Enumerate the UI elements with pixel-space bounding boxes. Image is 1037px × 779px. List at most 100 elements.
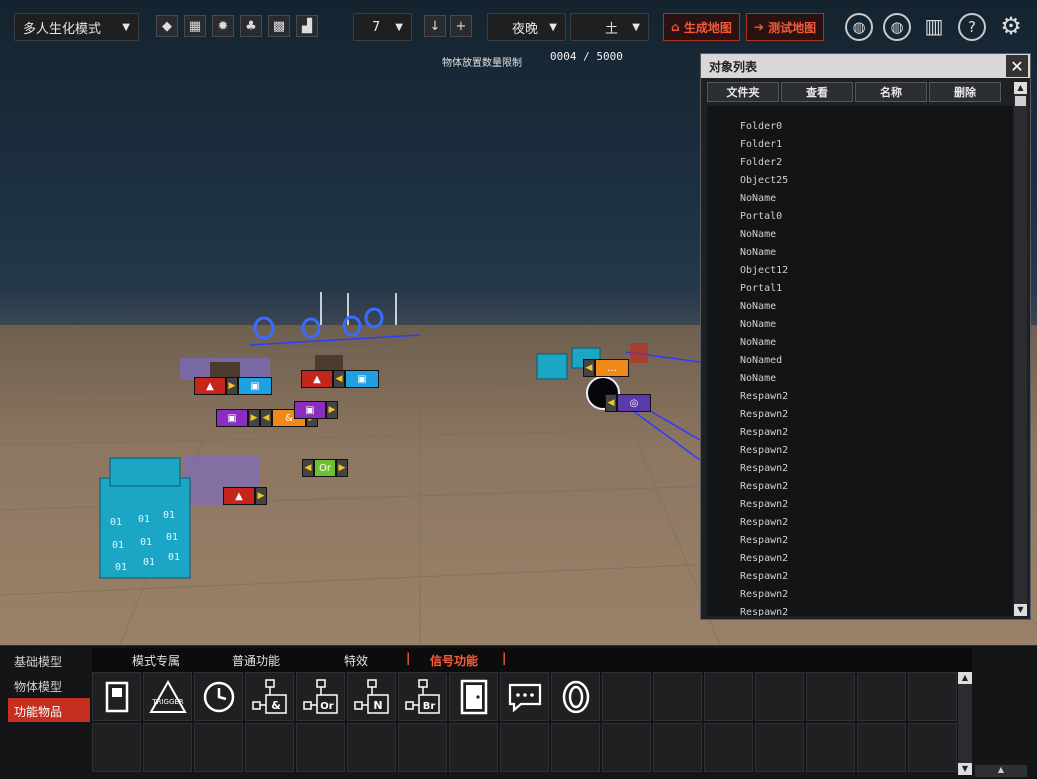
- empty-slot[interactable]: [602, 672, 651, 721]
- category-basic-models[interactable]: 基础模型: [8, 648, 90, 672]
- down-arrow-icon[interactable]: ↓: [424, 15, 446, 37]
- and-gate-item[interactable]: &: [245, 672, 294, 721]
- scroll-thumb[interactable]: [1015, 96, 1026, 106]
- or-gate-item[interactable]: Or: [296, 672, 345, 721]
- empty-slot[interactable]: [653, 723, 702, 772]
- object-list-item[interactable]: Respawn2: [707, 496, 1013, 514]
- tab-common-functions[interactable]: 普通功能: [232, 652, 280, 669]
- object-list-item[interactable]: NoName: [707, 334, 1013, 352]
- trigger-node[interactable]: ▲ ▶: [223, 487, 267, 505]
- object-list-item[interactable]: NoName: [707, 190, 1013, 208]
- help-icon[interactable]: ?: [958, 13, 986, 41]
- trigger-node[interactable]: ▲ ◀ ▣: [301, 370, 379, 388]
- rename-button[interactable]: 名称: [855, 82, 927, 102]
- scroll-up-icon[interactable]: ▲: [1014, 82, 1027, 94]
- empty-slot[interactable]: [398, 723, 447, 772]
- object-list-item[interactable]: Respawn2: [707, 514, 1013, 532]
- empty-slot[interactable]: [500, 723, 549, 772]
- empty-slot[interactable]: [806, 672, 855, 721]
- eraser-tool-icon[interactable]: ◆: [156, 15, 178, 37]
- empty-slot[interactable]: [347, 723, 396, 772]
- object-list-item[interactable]: Respawn2: [707, 604, 1013, 616]
- object-list-item[interactable]: NoName: [707, 298, 1013, 316]
- generate-map-button[interactable]: ⌂ 生成地图: [663, 13, 740, 41]
- message-node[interactable]: ◀…: [583, 359, 629, 377]
- branch-gate-item[interactable]: Br: [398, 672, 447, 721]
- tab-mode-exclusive[interactable]: 模式专属: [132, 652, 180, 669]
- empty-slot[interactable]: [704, 723, 753, 772]
- object-list-item[interactable]: NoName: [707, 316, 1013, 334]
- empty-slot[interactable]: [908, 723, 957, 772]
- tab-signal-functions[interactable]: 信号功能: [430, 652, 478, 669]
- object-list-item[interactable]: Respawn2: [707, 388, 1013, 406]
- terrain-dropdown[interactable]: 土 ▼: [570, 13, 649, 41]
- object-list-scrollbar[interactable]: ▲ ▼: [1014, 82, 1027, 616]
- object-list-item[interactable]: Portal1: [707, 280, 1013, 298]
- trigger-node[interactable]: ▲ ▶ ▣: [194, 377, 272, 395]
- empty-slot[interactable]: [755, 723, 804, 772]
- empty-slot[interactable]: [449, 723, 498, 772]
- or-gate-node[interactable]: ◀ Or ▶: [302, 459, 348, 477]
- test-map-button[interactable]: ➔ 测试地图: [746, 13, 824, 41]
- object-list-item[interactable]: NoNamed: [707, 352, 1013, 370]
- delete-button[interactable]: 删除: [929, 82, 1001, 102]
- object-list-item[interactable]: Respawn2: [707, 568, 1013, 586]
- globe-time-icon[interactable]: ◍: [845, 13, 873, 41]
- scroll-up-icon[interactable]: ▲: [958, 672, 972, 684]
- object-list-item[interactable]: Respawn2: [707, 460, 1013, 478]
- collapse-panel-icon[interactable]: ▲: [975, 765, 1027, 777]
- empty-slot[interactable]: [857, 723, 906, 772]
- close-icon[interactable]: ✕: [1006, 55, 1028, 77]
- object-list-item[interactable]: Respawn2: [707, 478, 1013, 496]
- object-list-item[interactable]: Respawn2: [707, 550, 1013, 568]
- empty-slot[interactable]: [194, 723, 243, 772]
- object-list-item[interactable]: Folder2: [707, 154, 1013, 172]
- object-list-item[interactable]: NoName: [707, 226, 1013, 244]
- portal-node[interactable]: ◀ ◎: [605, 394, 651, 412]
- pattern-tool-icon[interactable]: ▩: [268, 15, 290, 37]
- timer-item[interactable]: [194, 672, 243, 721]
- light-tool-icon[interactable]: ✹: [212, 15, 234, 37]
- stairs-tool-icon[interactable]: ▟: [296, 15, 318, 37]
- time-dropdown[interactable]: 夜晚 ▼: [487, 13, 566, 41]
- empty-slot[interactable]: [806, 723, 855, 772]
- add-icon[interactable]: +: [450, 15, 472, 37]
- message-item[interactable]: [500, 672, 549, 721]
- object-list-item[interactable]: Respawn2: [707, 406, 1013, 424]
- view-button[interactable]: 查看: [781, 82, 853, 102]
- trigger-item[interactable]: TRIGGER: [143, 672, 192, 721]
- object-list-item[interactable]: Respawn2: [707, 442, 1013, 460]
- switch-node[interactable]: ▣ ▶: [294, 401, 338, 419]
- not-gate-item[interactable]: N: [347, 672, 396, 721]
- item-grid-scrollbar[interactable]: ▲ ▼: [958, 672, 972, 775]
- empty-slot[interactable]: [755, 672, 804, 721]
- object-list-item[interactable]: Respawn2: [707, 424, 1013, 442]
- scroll-down-icon[interactable]: ▼: [958, 763, 972, 775]
- tab-effects[interactable]: 特效: [344, 652, 368, 669]
- empty-slot[interactable]: [602, 723, 651, 772]
- empty-slot[interactable]: [92, 723, 141, 772]
- category-object-models[interactable]: 物体模型: [8, 673, 90, 697]
- grid-tool-icon[interactable]: ▦: [184, 15, 206, 37]
- book-icon[interactable]: ▥: [920, 14, 948, 38]
- gear-icon[interactable]: ⚙: [997, 12, 1025, 40]
- stamp-tool-icon[interactable]: ♣: [240, 15, 262, 37]
- object-list-item[interactable]: Folder0: [707, 118, 1013, 136]
- empty-slot[interactable]: [296, 723, 345, 772]
- globe-add-icon[interactable]: ◍: [883, 13, 911, 41]
- portal-item[interactable]: [551, 672, 600, 721]
- number-dropdown[interactable]: 7 ▼: [353, 13, 412, 41]
- scroll-down-icon[interactable]: ▼: [1014, 604, 1027, 616]
- object-list-item[interactable]: NoName: [707, 370, 1013, 388]
- empty-slot[interactable]: [245, 723, 294, 772]
- object-list-item[interactable]: Portal0: [707, 208, 1013, 226]
- category-function-items[interactable]: 功能物品: [8, 698, 90, 722]
- object-list-item[interactable]: Object25: [707, 172, 1013, 190]
- empty-slot[interactable]: [857, 672, 906, 721]
- object-list-item[interactable]: Respawn2: [707, 532, 1013, 550]
- empty-slot[interactable]: [551, 723, 600, 772]
- mode-dropdown[interactable]: 多人生化模式 ▼: [14, 13, 139, 41]
- empty-slot[interactable]: [908, 672, 957, 721]
- object-list-item[interactable]: Folder1: [707, 136, 1013, 154]
- switch-item[interactable]: [92, 672, 141, 721]
